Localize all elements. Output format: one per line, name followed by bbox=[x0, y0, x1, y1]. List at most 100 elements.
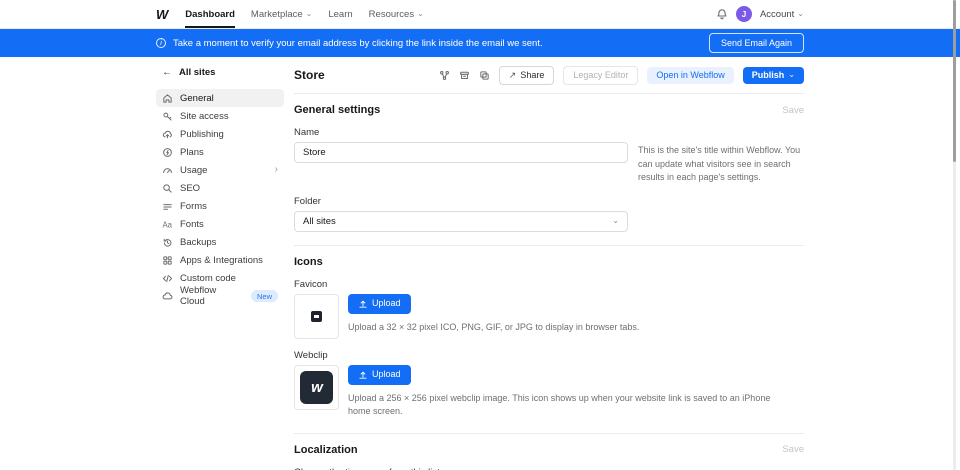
icons-section-title: Icons bbox=[294, 256, 323, 268]
upload-icon bbox=[358, 299, 368, 309]
user-avatar[interactable]: J bbox=[736, 6, 752, 22]
upload-icon bbox=[358, 370, 368, 380]
sidebar-item-label: Custom code bbox=[180, 273, 236, 284]
sidebar-item-apps-integrations[interactable]: Apps & Integrations bbox=[156, 251, 284, 269]
apps-grid-icon bbox=[162, 255, 173, 266]
gauge-icon bbox=[162, 165, 173, 176]
history-icon bbox=[162, 237, 173, 248]
sidebar-item-forms[interactable]: Forms bbox=[156, 197, 284, 215]
sidebar-item-webflow-cloud[interactable]: Webflow Cloud New bbox=[156, 287, 284, 305]
webclip-label: Webclip bbox=[294, 350, 804, 361]
webclip-preview: w bbox=[294, 365, 339, 410]
general-save-button[interactable]: Save bbox=[782, 105, 804, 116]
legacy-editor-button[interactable]: Legacy Editor bbox=[563, 66, 638, 85]
favicon-help-text: Upload a 32 × 32 pixel ICO, PNG, GIF, or… bbox=[348, 321, 639, 335]
site-name-input[interactable] bbox=[294, 142, 628, 163]
archive-icon[interactable] bbox=[459, 70, 470, 81]
account-label: Account bbox=[760, 9, 794, 20]
sidebar-item-label: Usage bbox=[180, 165, 207, 176]
cloud-icon bbox=[162, 291, 173, 302]
folder-field-label: Folder bbox=[294, 196, 804, 207]
sidebar-item-label: Backups bbox=[180, 237, 216, 248]
main-panel: Store ↗ Share Legacy Editor Open in Webf… bbox=[294, 64, 804, 470]
name-field-label: Name bbox=[294, 127, 804, 138]
search-icon bbox=[162, 183, 173, 194]
fonts-icon: Aa bbox=[162, 219, 173, 230]
nav-marketplace[interactable]: Marketplace ⌄ bbox=[251, 0, 312, 28]
new-badge: New bbox=[251, 290, 278, 302]
sidebar-item-label: SEO bbox=[180, 183, 200, 194]
publish-button[interactable]: Publish ⌄ bbox=[743, 67, 804, 84]
webclip-upload-button[interactable]: Upload bbox=[348, 365, 411, 385]
send-email-again-button[interactable]: Send Email Again bbox=[709, 33, 804, 53]
folder-select[interactable]: All sites ⌄ bbox=[294, 211, 628, 232]
sidebar-item-label: Webflow Cloud bbox=[180, 285, 239, 307]
forms-icon bbox=[162, 201, 173, 212]
general-settings-title: General settings bbox=[294, 104, 380, 116]
transfer-site-icon[interactable] bbox=[439, 70, 450, 81]
back-label: All sites bbox=[179, 67, 215, 78]
share-button[interactable]: ↗ Share bbox=[499, 66, 555, 85]
sidebar-item-label: Plans bbox=[180, 147, 204, 158]
upload-label: Upload bbox=[372, 299, 401, 308]
sidebar-item-usage[interactable]: Usage › bbox=[156, 161, 284, 179]
chevron-down-icon: ⌄ bbox=[417, 10, 424, 18]
localization-title: Localization bbox=[294, 444, 358, 456]
webclip-help-text: Upload a 256 × 256 pixel webclip image. … bbox=[348, 392, 788, 419]
duplicate-icon[interactable] bbox=[479, 70, 490, 81]
chevron-down-icon: ⌄ bbox=[788, 71, 795, 79]
chevron-down-icon: ⌄ bbox=[306, 10, 313, 18]
back-to-all-sites[interactable]: ← All sites bbox=[156, 64, 284, 89]
email-verification-banner: i Take a moment to verify your email add… bbox=[0, 29, 960, 57]
chevron-right-icon: › bbox=[275, 165, 278, 175]
sidebar-item-fonts[interactable]: Aa Fonts bbox=[156, 215, 284, 233]
top-bar: W Dashboard Marketplace ⌄ Learn Resource… bbox=[0, 0, 960, 29]
sidebar-item-general[interactable]: General bbox=[156, 89, 284, 107]
code-icon bbox=[162, 273, 173, 284]
nav-dashboard[interactable]: Dashboard bbox=[185, 0, 235, 28]
nav-resources[interactable]: Resources ⌄ bbox=[369, 0, 424, 28]
webflow-logo-icon[interactable]: W bbox=[156, 7, 167, 22]
open-in-webflow-button[interactable]: Open in Webflow bbox=[647, 67, 733, 84]
page-title: Store bbox=[294, 68, 325, 82]
localization-save-button[interactable]: Save bbox=[782, 444, 804, 455]
nav-marketplace-label: Marketplace bbox=[251, 9, 303, 20]
plans-icon bbox=[162, 147, 173, 158]
sidebar-item-label: Apps & Integrations bbox=[180, 255, 263, 266]
key-icon bbox=[162, 111, 173, 122]
sidebar-item-publishing[interactable]: Publishing bbox=[156, 125, 284, 143]
svg-text:Aa: Aa bbox=[162, 220, 172, 229]
nav-learn[interactable]: Learn bbox=[328, 0, 352, 28]
favicon-preview bbox=[294, 294, 339, 339]
share-label: Share bbox=[520, 71, 544, 80]
banner-message: Take a moment to verify your email addre… bbox=[173, 38, 543, 49]
name-help-text: This is the site's title within Webflow.… bbox=[638, 142, 804, 185]
publish-label: Publish bbox=[752, 71, 785, 80]
share-arrow-icon: ↗ bbox=[509, 71, 517, 80]
settings-sidebar: ← All sites General Site access Publishi… bbox=[156, 64, 284, 470]
account-menu[interactable]: Account ⌄ bbox=[760, 9, 804, 20]
primary-nav: Dashboard Marketplace ⌄ Learn Resources … bbox=[185, 0, 424, 28]
scrollbar-thumb[interactable] bbox=[953, 0, 956, 162]
sidebar-item-backups[interactable]: Backups bbox=[156, 233, 284, 251]
cloud-upload-icon bbox=[162, 129, 173, 140]
sidebar-item-plans[interactable]: Plans bbox=[156, 143, 284, 161]
sidebar-item-site-access[interactable]: Site access bbox=[156, 107, 284, 125]
webclip-image: w bbox=[300, 371, 333, 404]
favicon-label: Favicon bbox=[294, 279, 804, 290]
favicon-image bbox=[311, 311, 322, 322]
sidebar-item-label: General bbox=[180, 93, 214, 104]
nav-learn-label: Learn bbox=[328, 9, 352, 20]
upload-label: Upload bbox=[372, 370, 401, 379]
notifications-bell-icon[interactable] bbox=[716, 8, 728, 20]
timezone-label: Choose the time zone from this list bbox=[294, 467, 804, 470]
folder-selected-value: All sites bbox=[303, 216, 336, 227]
back-arrow-icon: ← bbox=[162, 68, 172, 78]
sidebar-item-label: Site access bbox=[180, 111, 229, 122]
sidebar-item-seo[interactable]: SEO bbox=[156, 179, 284, 197]
chevron-down-icon: ⌄ bbox=[797, 10, 804, 18]
chevron-down-icon: ⌄ bbox=[612, 217, 619, 225]
nav-dashboard-label: Dashboard bbox=[185, 9, 235, 20]
sidebar-item-label: Fonts bbox=[180, 219, 204, 230]
favicon-upload-button[interactable]: Upload bbox=[348, 294, 411, 314]
